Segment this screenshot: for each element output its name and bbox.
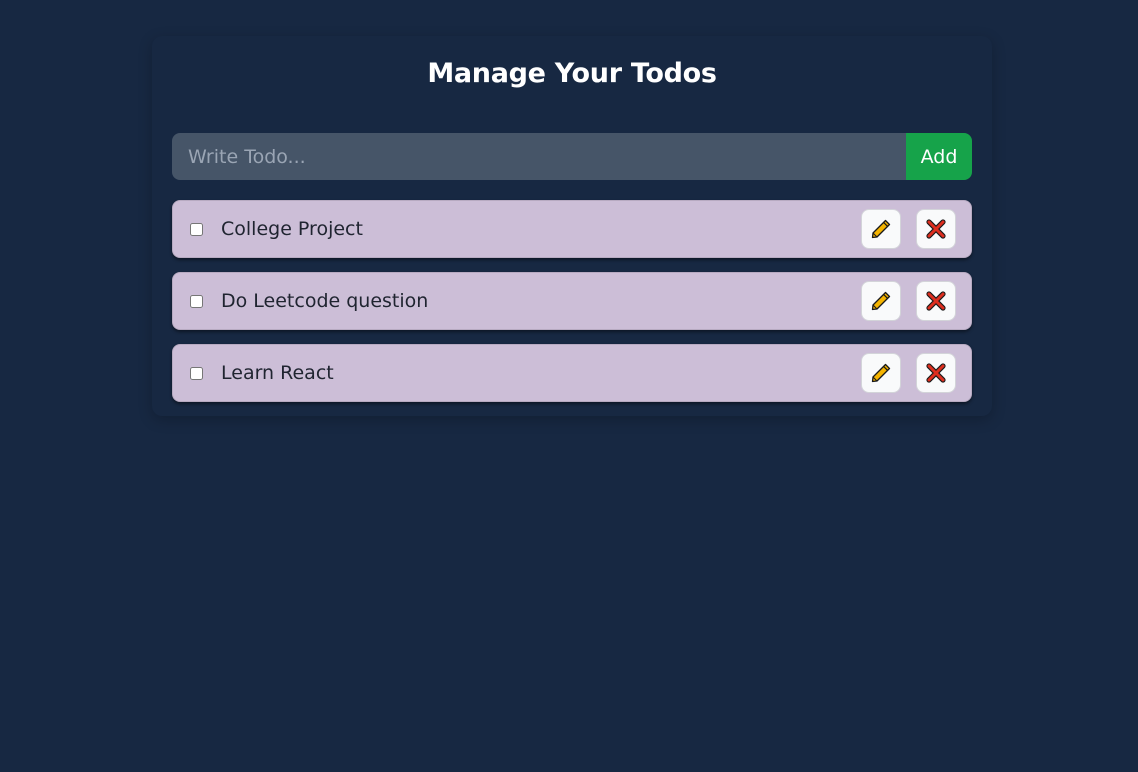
pencil-icon	[871, 291, 891, 311]
pencil-icon	[871, 219, 891, 239]
delete-button[interactable]	[916, 353, 956, 393]
todo-item: College Project	[172, 200, 972, 258]
edit-button[interactable]	[861, 353, 901, 393]
todo-checkbox[interactable]	[190, 294, 203, 308]
todo-item: Learn React	[172, 344, 972, 402]
cross-mark-icon	[926, 363, 946, 383]
todo-text: Learn React	[221, 362, 334, 384]
delete-button[interactable]	[916, 281, 956, 321]
add-button[interactable]: Add	[906, 133, 972, 180]
delete-button[interactable]	[916, 209, 956, 249]
todo-panel: Manage Your Todos Add College Project	[152, 36, 992, 416]
page-title: Manage Your Todos	[427, 58, 717, 89]
todo-item: Do Leetcode question	[172, 272, 972, 330]
todo-text: College Project	[221, 218, 363, 240]
pencil-icon	[871, 363, 891, 383]
edit-button[interactable]	[861, 209, 901, 249]
todo-input[interactable]	[172, 133, 906, 180]
cross-mark-icon	[926, 219, 946, 239]
todo-list: College Project Do Leetcode question Lea…	[172, 200, 972, 402]
edit-button[interactable]	[861, 281, 901, 321]
todo-text: Do Leetcode question	[221, 290, 429, 312]
add-todo-form: Add	[172, 133, 972, 180]
cross-mark-icon	[926, 291, 946, 311]
todo-checkbox[interactable]	[190, 366, 203, 380]
todo-checkbox[interactable]	[190, 222, 203, 236]
